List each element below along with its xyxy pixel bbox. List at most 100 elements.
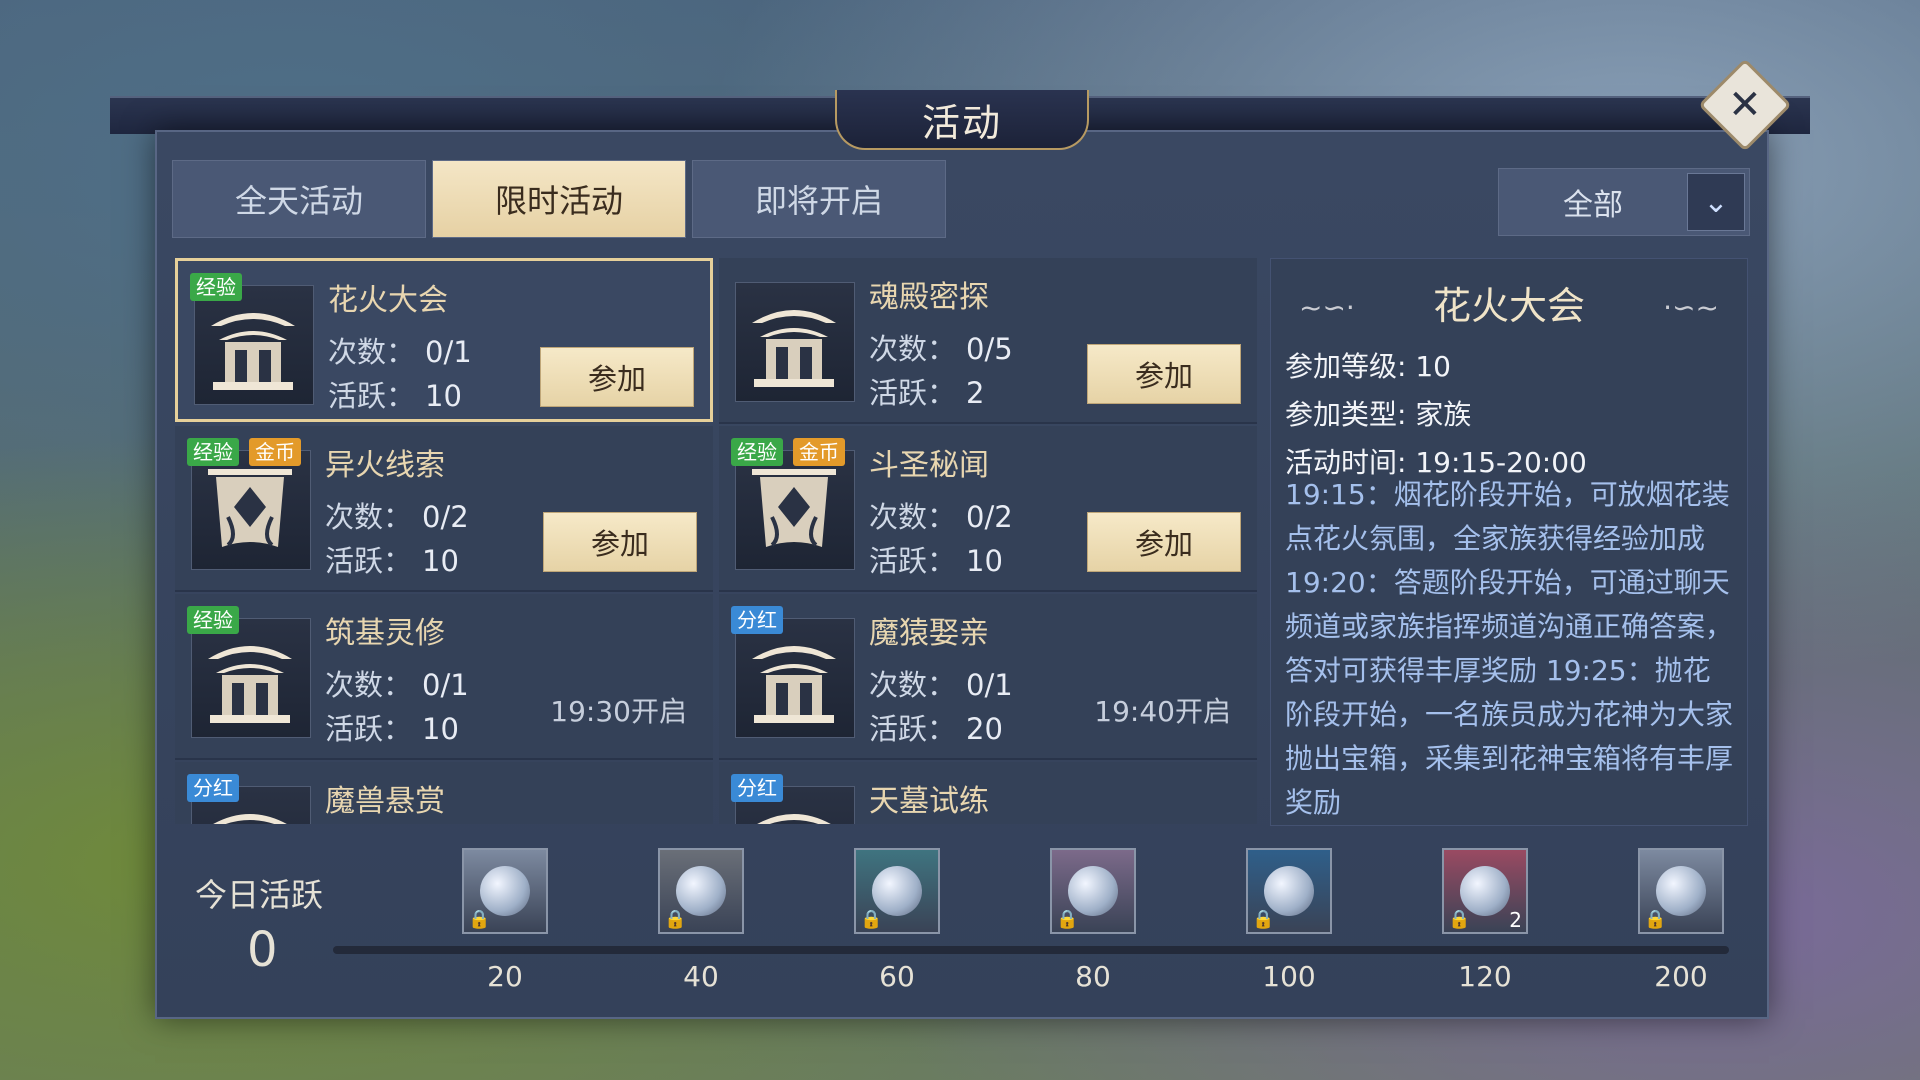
count-label: 次数：	[869, 500, 957, 534]
reward-tag: 经验	[187, 606, 239, 634]
lock-icon: 🔒	[1448, 909, 1471, 930]
activity-card[interactable]: 经验 金币 斗圣秘闻次数： 0/2 活跃： 10 参加	[719, 426, 1257, 592]
reward-chest[interactable]: 🔒	[854, 848, 940, 934]
activity-count: 次数： 0/1	[328, 329, 472, 371]
reward-tag: 经验	[731, 438, 783, 466]
count-value: 0/1	[966, 668, 1013, 702]
reward-tag: 经验	[187, 438, 239, 466]
reward-tag: 金币	[793, 438, 845, 466]
tab-limited-time[interactable]: 限时活动	[432, 160, 686, 238]
lock-icon: 🔒	[860, 909, 883, 930]
tab-coming-soon[interactable]: 即将开启	[692, 160, 946, 238]
points-label: 活跃：	[325, 544, 413, 578]
reward-chest[interactable]: 🔒 2	[1442, 848, 1528, 934]
filter-label: 全部	[1563, 188, 1623, 223]
activity-count: 次数： 0/1	[325, 662, 469, 704]
activity-detail-panel: ~∽· 花火大会 ·∽~ 参加等级: 10 参加类型: 家族 活动时间: 19:…	[1270, 258, 1748, 826]
window-title: 活动	[835, 90, 1089, 150]
activity-card[interactable]: 魂殿密探 次数： 0/5 活跃： 2 参加	[719, 258, 1257, 424]
pavilion-icon	[191, 618, 311, 738]
points-label: 活跃：	[869, 544, 957, 578]
pavilion-icon	[735, 618, 855, 738]
activity-count: 次数： 0/2	[869, 494, 1013, 536]
chevron-down-icon[interactable]: ⌄	[1687, 173, 1745, 231]
activity-points: 活跃： 20	[869, 706, 1003, 748]
count-value: 0/2	[966, 500, 1013, 534]
activity-card[interactable]: 分红 魔兽悬赏	[175, 762, 713, 824]
daily-activity-bar: 今日活跃 0 🔒 20 🔒 40 🔒 60 🔒 80 🔒 100 🔒 2 120 🔒 200	[155, 830, 1765, 1015]
banner-icon	[735, 450, 855, 570]
lock-icon: 🔒	[468, 909, 491, 930]
reward-threshold: 80	[1075, 960, 1111, 993]
points-value: 10	[966, 544, 1003, 578]
activity-count: 次数： 0/5	[869, 326, 1013, 368]
filter-dropdown[interactable]: 全部 ⌄	[1498, 168, 1750, 236]
open-time: 19:30开启	[550, 695, 687, 728]
reward-threshold: 100	[1262, 960, 1316, 993]
activity-title: 异火线索	[325, 448, 445, 483]
activity-count: 次数： 0/2	[325, 494, 469, 536]
today-activity-value: 0	[247, 922, 278, 978]
activity-card[interactable]: 分红 天墓试练	[719, 762, 1257, 824]
reward-tag: 分红	[731, 774, 783, 802]
points-label: 活跃：	[328, 379, 416, 413]
activity-points: 活跃： 10	[869, 538, 1003, 580]
today-activity-label: 今日活跃	[195, 876, 324, 914]
lock-icon: 🔒	[1644, 909, 1667, 930]
reward-threshold: 60	[879, 960, 915, 993]
detail-level: 参加等级: 10	[1285, 350, 1451, 383]
activity-points: 活跃： 10	[325, 706, 459, 748]
join-button[interactable]: 参加	[543, 512, 697, 572]
count-value: 0/1	[422, 668, 469, 702]
points-value: 20	[966, 712, 1003, 746]
reward-tag: 分红	[187, 774, 239, 802]
pavilion-icon	[735, 282, 855, 402]
lock-icon: 🔒	[664, 909, 687, 930]
pavilion-icon	[194, 285, 314, 405]
activity-title: 天墓试练	[869, 784, 989, 819]
join-button[interactable]: 参加	[1087, 344, 1241, 404]
activity-points: 活跃： 10	[325, 538, 459, 580]
reward-chest[interactable]: 🔒	[462, 848, 548, 934]
reward-chest[interactable]: 🔒	[1050, 848, 1136, 934]
activity-points: 活跃： 10	[328, 373, 462, 415]
activity-list[interactable]: 经验 花火大会 次数： 0/1 活跃： 10 参加 魂殿密探 次数： 0/5 活跃： 2 参加 经验 金币异…	[175, 258, 1263, 824]
reward-tag: 分红	[731, 606, 783, 634]
count-label: 次数：	[869, 668, 957, 702]
count-value: 0/1	[425, 335, 472, 369]
points-label: 活跃：	[325, 712, 413, 746]
points-value: 10	[425, 379, 462, 413]
count-value: 0/5	[966, 332, 1013, 366]
activity-count: 次数： 0/1	[869, 662, 1013, 704]
tab-all-day[interactable]: 全天活动	[172, 160, 426, 238]
activity-card[interactable]: 经验 花火大会 次数： 0/1 活跃： 10 参加	[175, 258, 713, 422]
activity-progress-track	[333, 946, 1729, 954]
open-time: 19:40开启	[1094, 695, 1231, 728]
reward-chest[interactable]: 🔒	[658, 848, 744, 934]
reward-tag: 经验	[190, 273, 242, 301]
lock-icon: 🔒	[1252, 909, 1275, 930]
activity-card[interactable]: 经验 筑基灵修次数： 0/1 活跃： 10 19:30开启	[175, 594, 713, 760]
detail-type: 参加类型: 家族	[1285, 398, 1472, 431]
reward-chest[interactable]: 🔒	[1246, 848, 1332, 934]
count-label: 次数：	[328, 335, 416, 369]
join-button[interactable]: 参加	[1087, 512, 1241, 572]
activity-points: 活跃： 2	[869, 370, 984, 412]
reward-tag: 金币	[249, 438, 301, 466]
activity-title: 斗圣秘闻	[869, 448, 989, 483]
activity-card[interactable]: 分红 魔猿娶亲 次数： 0/1 活跃： 20 19:40开启	[719, 594, 1257, 760]
detail-description: 19:15：烟花阶段开始，可放烟花装点花火氛围，全家族获得经验加成 19:20：…	[1285, 478, 1734, 819]
activity-title: 筑基灵修	[325, 616, 445, 651]
activity-title: 魔兽悬赏	[325, 784, 445, 819]
count-value: 0/2	[422, 500, 469, 534]
points-value: 10	[422, 712, 459, 746]
join-button[interactable]: 参加	[540, 347, 694, 407]
count-label: 次数：	[325, 668, 413, 702]
reward-threshold: 120	[1458, 960, 1512, 993]
reward-chest[interactable]: 🔒	[1638, 848, 1724, 934]
lock-icon: 🔒	[1056, 909, 1079, 930]
points-label: 活跃：	[869, 712, 957, 746]
activity-card[interactable]: 经验 金币 异火线索次数： 0/2 活跃： 10 参加	[175, 426, 713, 592]
count-label: 次数：	[869, 332, 957, 366]
close-icon: ✕	[1728, 81, 1762, 128]
